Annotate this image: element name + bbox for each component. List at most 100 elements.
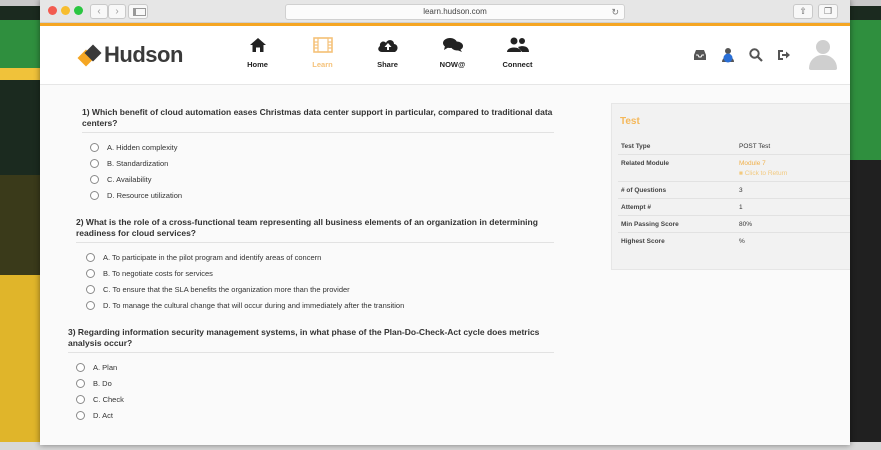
answer-label: C. To ensure that the SLA benefits the o… [103, 284, 350, 294]
row-key: Related Module [621, 160, 670, 167]
test-info-row: Related Module Module 7 ■ Click to Retur… [618, 155, 850, 182]
notification-icon[interactable] [714, 47, 742, 63]
nav-learn[interactable]: Learn [290, 34, 355, 69]
answer-option[interactable]: A. Plan [76, 359, 554, 375]
logo-mark-icon [77, 44, 102, 67]
answer-label: C. Check [93, 394, 124, 404]
radio-button[interactable] [86, 268, 95, 278]
close-window-button[interactable] [48, 6, 57, 15]
background-window-left-dark [0, 175, 42, 275]
question-1-options: A. Hidden complexity B. Standardization … [90, 139, 554, 203]
answer-option[interactable]: C. Availability [90, 171, 554, 187]
answer-option[interactable]: D. Act [76, 407, 554, 423]
answer-label: D. Act [93, 410, 114, 420]
site-header: Hudson Home Learn Share NOW@ Connect [40, 26, 850, 85]
row-key: # of Questions [621, 187, 667, 194]
nav-share-label: Share [377, 60, 398, 69]
row-value: Module 7 ■ Click to Return [739, 155, 787, 181]
chat-icon [420, 34, 485, 56]
forward-button[interactable]: › [108, 4, 126, 19]
answer-label: B. Standardization [107, 158, 169, 168]
reload-icon[interactable]: ↻ [611, 5, 619, 19]
answer-label: B. Do [93, 378, 112, 388]
cloud-upload-icon [355, 34, 420, 56]
test-info-panel: Test Test Type POST Test Related Module … [611, 103, 850, 270]
row-key: Min Passing Score [621, 221, 679, 228]
nav-now-label: NOW@ [439, 60, 466, 69]
radio-button[interactable] [86, 300, 95, 310]
radio-button[interactable] [86, 252, 95, 262]
nav-home[interactable]: Home [225, 34, 290, 69]
tabs-overview-button[interactable]: ❐ [818, 4, 838, 19]
brand-name: Hudson [104, 42, 183, 67]
question-3-options: A. Plan B. Do C. Check D. Act [76, 359, 554, 423]
minimize-window-button[interactable] [61, 6, 70, 15]
test-info-row: Min Passing Score 80% [618, 216, 850, 233]
main-content: 1) Which benefit of cloud automation eas… [40, 85, 850, 445]
logout-icon[interactable] [770, 49, 798, 61]
browser-window: ‹ › learn.hudson.com ↻ ⇧ ❐ Hudson Home L… [40, 0, 850, 445]
question-2: 2) What is the role of a cross-functiona… [76, 217, 554, 243]
answer-label: C. Availability [107, 174, 152, 184]
row-key: Highest Score [621, 238, 665, 245]
test-info-row: Highest Score % [618, 233, 850, 249]
nav-learn-label: Learn [312, 60, 333, 69]
address-bar[interactable]: learn.hudson.com ↻ [285, 4, 625, 20]
answer-label: A. To participate in the pilot program a… [103, 252, 322, 262]
browser-titlebar: ‹ › learn.hudson.com ↻ ⇧ ❐ [40, 0, 850, 23]
test-info-row: Attempt # 1 [618, 199, 850, 216]
nav-home-label: Home [247, 60, 268, 69]
answer-option[interactable]: C. To ensure that the SLA benefits the o… [86, 281, 554, 297]
answer-option[interactable]: D. Resource utilization [90, 187, 554, 203]
search-icon[interactable] [742, 48, 770, 62]
answer-option[interactable]: D. To manage the cultural change that wi… [86, 297, 554, 313]
radio-button[interactable] [90, 174, 99, 184]
quiz-questions: 1) Which benefit of cloud automation eas… [68, 107, 554, 437]
row-value: POST Test [739, 143, 771, 150]
sidebar-toggle-button[interactable] [128, 4, 148, 19]
answer-option[interactable]: C. Check [76, 391, 554, 407]
url-text: learn.hudson.com [423, 7, 487, 16]
radio-button[interactable] [76, 362, 85, 372]
answer-option[interactable]: A. Hidden complexity [90, 139, 554, 155]
radio-button[interactable] [76, 378, 85, 388]
user-toolbar [686, 38, 840, 72]
row-value: 80% [739, 221, 753, 228]
brand-logo[interactable]: Hudson [77, 42, 183, 68]
answer-option[interactable]: B. Standardization [90, 155, 554, 171]
inbox-icon[interactable] [686, 49, 714, 61]
click-to-return-link[interactable]: ■ Click to Return [739, 170, 787, 177]
nav-connect[interactable]: Connect [485, 34, 550, 69]
share-button[interactable]: ⇧ [793, 4, 813, 19]
question-1: 1) Which benefit of cloud automation eas… [82, 107, 554, 133]
radio-button[interactable] [90, 142, 99, 152]
related-module-link[interactable]: Module 7 [739, 160, 787, 167]
users-icon [485, 34, 550, 56]
radio-button[interactable] [90, 158, 99, 168]
radio-button[interactable] [90, 190, 99, 200]
question-2-options: A. To participate in the pilot program a… [86, 249, 554, 313]
zoom-window-button[interactable] [74, 6, 83, 15]
radio-button[interactable] [76, 410, 85, 420]
answer-label: A. Hidden complexity [107, 142, 178, 152]
test-info-row: Test Type POST Test [618, 138, 850, 155]
back-button[interactable]: ‹ [90, 4, 108, 19]
answer-label: A. Plan [93, 362, 118, 372]
answer-option[interactable]: B. Do [76, 375, 554, 391]
test-info-row: # of Questions 3 [618, 182, 850, 199]
avatar[interactable] [806, 38, 840, 72]
row-key: Attempt # [621, 204, 651, 211]
answer-option[interactable]: A. To participate in the pilot program a… [86, 249, 554, 265]
row-value: 3 [739, 187, 743, 194]
radio-button[interactable] [86, 284, 95, 294]
nav-connect-label: Connect [502, 60, 533, 69]
nav-now[interactable]: NOW@ [420, 34, 485, 69]
home-icon [225, 34, 290, 56]
question-3: 3) Regarding information security manage… [68, 327, 554, 353]
answer-label: D. Resource utilization [107, 190, 183, 200]
radio-button[interactable] [76, 394, 85, 404]
nav-share[interactable]: Share [355, 34, 420, 69]
main-nav: Home Learn Share NOW@ Connect [225, 34, 550, 69]
answer-option[interactable]: B. To negotiate costs for services [86, 265, 554, 281]
row-value: 1 [739, 204, 743, 211]
